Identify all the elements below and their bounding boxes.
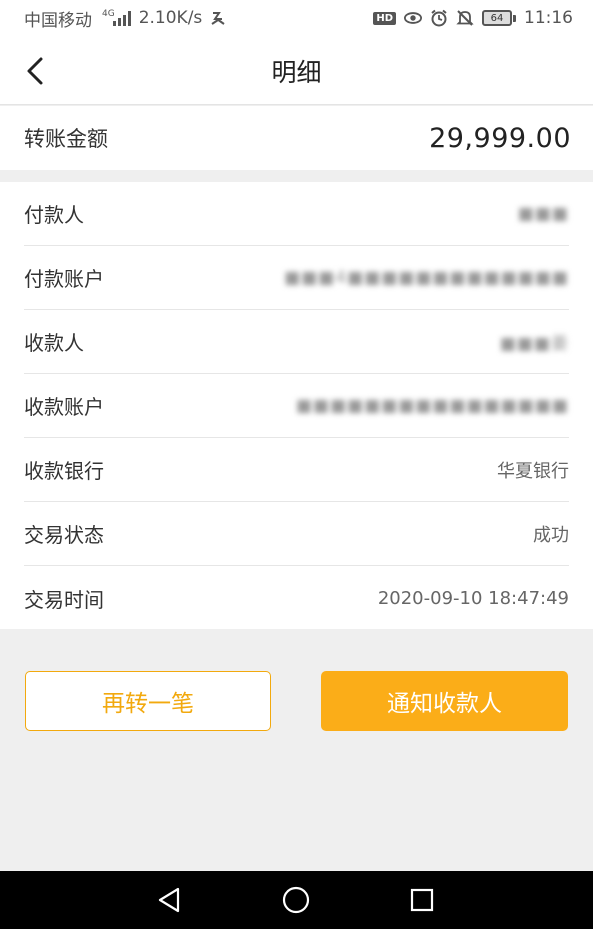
detail-row-payee: 收款人 ■■■姜 bbox=[24, 310, 569, 374]
detail-value: ■■■ bbox=[517, 203, 569, 224]
detail-label: 交易时间 bbox=[24, 587, 104, 612]
detail-value: 华夏银行 bbox=[497, 460, 569, 482]
detail-label: 收款账户 bbox=[24, 395, 104, 419]
detail-value: ■■■4■■■■■■■■■■■■■ bbox=[284, 267, 569, 288]
detail-label: 收款银行 bbox=[24, 459, 104, 483]
clock: 11:16 bbox=[524, 8, 573, 28]
triangle-back-icon bbox=[158, 887, 180, 913]
detail-value: 2020-09-10 18:47:49 bbox=[377, 587, 569, 609]
circle-home-icon bbox=[282, 886, 310, 914]
detail-row-payer: 付款人 ■■■ bbox=[24, 182, 569, 246]
amount-row: 转账金额 29,999.00 bbox=[0, 106, 593, 170]
notify-payee-button[interactable]: 通知收款人 bbox=[321, 671, 568, 731]
network-type: 4G bbox=[102, 9, 115, 19]
detail-label: 付款账户 bbox=[24, 267, 104, 291]
eye-icon bbox=[404, 9, 422, 27]
detail-row-payee-account: 收款账户 ■■■■■■■■■■■■■■■■ bbox=[24, 374, 569, 438]
mute-icon bbox=[456, 9, 474, 27]
status-right: HD 64 11:16 bbox=[373, 8, 573, 28]
square-recents-icon bbox=[410, 888, 434, 912]
nav-recents-button[interactable] bbox=[405, 883, 439, 917]
alarm-icon bbox=[430, 9, 448, 27]
transfer-again-button[interactable]: 再转一笔 bbox=[25, 671, 271, 731]
status-bar: 中国移动 4G 2.10K/s HD 64 11:16 bbox=[0, 0, 593, 36]
battery-level: 64 bbox=[482, 10, 512, 26]
system-nav-bar bbox=[0, 871, 593, 929]
network-speed: 2.10K/s bbox=[138, 8, 203, 28]
detail-row-status: 交易状态 成功 bbox=[24, 502, 569, 566]
details-list: 付款人 ■■■ 付款账户 ■■■4■■■■■■■■■■■■■ 收款人 ■■■姜 … bbox=[0, 182, 593, 629]
detail-label: 付款人 bbox=[24, 203, 84, 227]
detail-label: 交易状态 bbox=[24, 523, 104, 547]
signal-icon: 4G bbox=[102, 10, 131, 26]
detail-row-time: 交易时间 2020-09-10 18:47:49 bbox=[24, 566, 569, 630]
detail-value: ■■■■■■■■■■■■■■■■ bbox=[296, 395, 569, 416]
detail-label: 收款人 bbox=[24, 331, 84, 355]
detail-row-payee-bank: 收款银行 华夏银行 bbox=[24, 438, 569, 502]
hd-badge: HD bbox=[373, 11, 396, 25]
nav-home-button[interactable] bbox=[279, 883, 313, 917]
amount-label: 转账金额 bbox=[24, 127, 108, 151]
page-title: 明细 bbox=[271, 57, 322, 87]
amount-value: 29,999.00 bbox=[429, 122, 571, 154]
nav-back-button[interactable] bbox=[152, 883, 186, 917]
detail-row-payer-account: 付款账户 ■■■4■■■■■■■■■■■■■ bbox=[24, 246, 569, 310]
data-usage-icon bbox=[210, 9, 228, 27]
status-left: 中国移动 4G 2.10K/s bbox=[24, 6, 228, 31]
battery-icon: 64 bbox=[482, 10, 516, 26]
detail-value: 成功 bbox=[533, 524, 569, 546]
carrier-name: 中国移动 bbox=[24, 10, 92, 31]
detail-value: ■■■姜 bbox=[499, 334, 569, 354]
nav-header: 明细 bbox=[0, 36, 593, 105]
